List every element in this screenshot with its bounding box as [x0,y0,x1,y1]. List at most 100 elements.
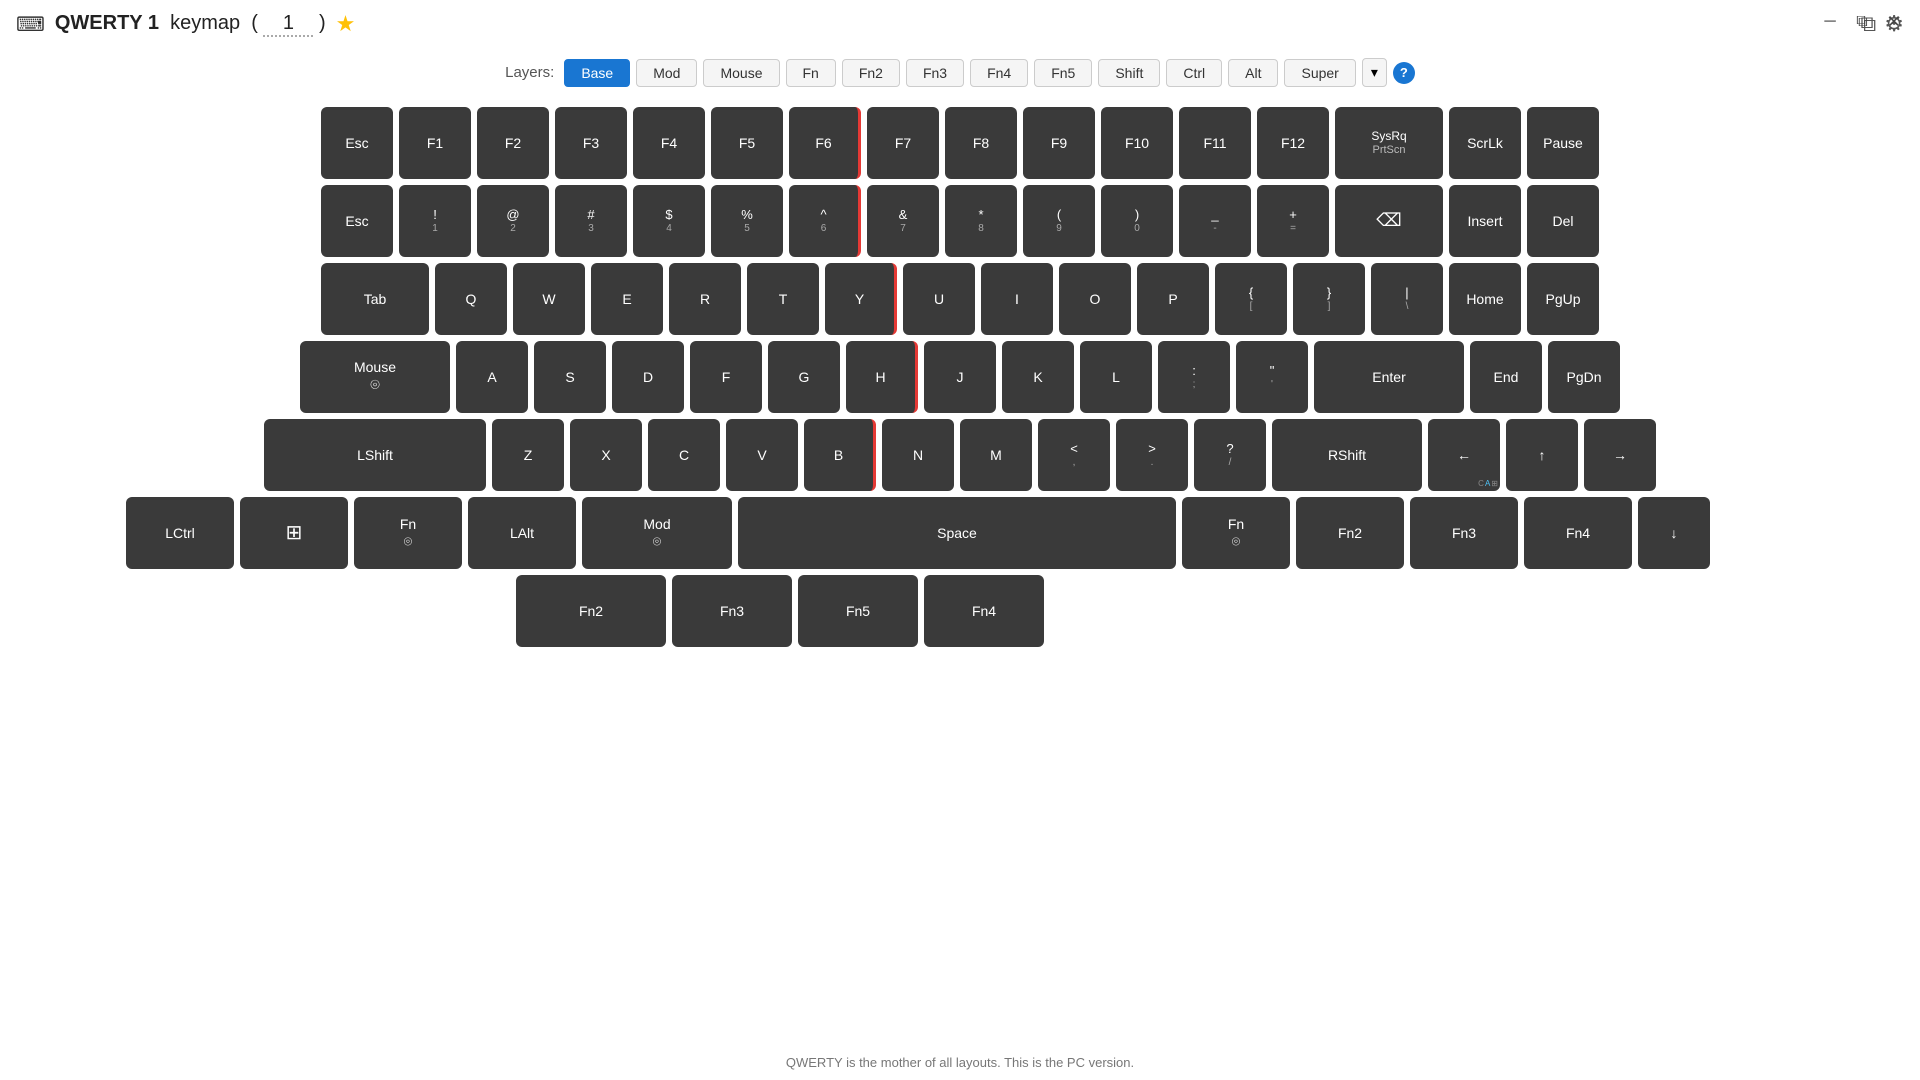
key-comma[interactable]: <, [1038,419,1110,491]
key-6[interactable]: ^6 [789,185,861,257]
key-5[interactable]: %5 [711,185,783,257]
key-extra-fn3[interactable]: Fn3 [672,575,792,647]
minimize-button[interactable]: ─ [1816,8,1844,36]
key-fn3-bottom[interactable]: Fn3 [1410,497,1518,569]
key-lbracket[interactable]: {[ [1215,263,1287,335]
key-k[interactable]: K [1002,341,1074,413]
key-d[interactable]: D [612,341,684,413]
key-fn-right[interactable]: Fn⌾ [1182,497,1290,569]
key-minus[interactable]: _- [1179,185,1251,257]
key-extra-fn4[interactable]: Fn4 [924,575,1044,647]
key-0[interactable]: )0 [1101,185,1173,257]
key-l[interactable]: L [1080,341,1152,413]
key-m[interactable]: M [960,419,1032,491]
layer-fn4-button[interactable]: Fn4 [970,59,1028,87]
key-semicolon[interactable]: :; [1158,341,1230,413]
key-y[interactable]: Y [825,263,897,335]
key-space[interactable]: Space [738,497,1176,569]
key-s[interactable]: S [534,341,606,413]
key-1[interactable]: !1 [399,185,471,257]
key-v[interactable]: V [726,419,798,491]
key-fn[interactable]: Fn⌾ [354,497,462,569]
key-e[interactable]: E [591,263,663,335]
key-rshift[interactable]: RShift [1272,419,1422,491]
close-button[interactable]: ✕ [1880,8,1908,36]
layer-mod-button[interactable]: Mod [636,59,697,87]
key-extra-fn5[interactable]: Fn5 [798,575,918,647]
key-lctrl[interactable]: LCtrl [126,497,234,569]
key-pause[interactable]: Pause [1527,107,1599,179]
key-7[interactable]: &7 [867,185,939,257]
key-f12[interactable]: F12 [1257,107,1329,179]
help-icon[interactable]: ? [1393,62,1415,84]
key-n[interactable]: N [882,419,954,491]
key-slash[interactable]: ?/ [1194,419,1266,491]
key-arrow-left[interactable]: ← CA⊞ [1428,419,1500,491]
layer-more-dropdown[interactable]: ▾ [1362,58,1387,87]
key-w[interactable]: W [513,263,585,335]
layer-ctrl-button[interactable]: Ctrl [1166,59,1222,87]
key-pgdn[interactable]: PgDn [1548,341,1620,413]
layer-super-button[interactable]: Super [1284,59,1355,87]
key-pgup[interactable]: PgUp [1527,263,1599,335]
key-mod[interactable]: Mod⌾ [582,497,732,569]
key-equal[interactable]: += [1257,185,1329,257]
key-backslash[interactable]: |\ [1371,263,1443,335]
key-lwin[interactable]: ⊞ [240,497,348,569]
key-backspace[interactable]: ⌫ [1335,185,1443,257]
key-sysrq[interactable]: SysRqPrtScn [1335,107,1443,179]
key-9[interactable]: (9 [1023,185,1095,257]
key-lshift[interactable]: LShift [264,419,486,491]
layer-base-button[interactable]: Base [564,59,630,87]
key-enter[interactable]: Enter [1314,341,1464,413]
key-home[interactable]: Home [1449,263,1521,335]
key-r[interactable]: R [669,263,741,335]
layer-fn5-button[interactable]: Fn5 [1034,59,1092,87]
key-f4[interactable]: F4 [633,107,705,179]
key-scrlk[interactable]: ScrLk [1449,107,1521,179]
key-arrow-up[interactable]: ↑ [1506,419,1578,491]
key-f8[interactable]: F8 [945,107,1017,179]
key-3[interactable]: #3 [555,185,627,257]
key-arrow-down[interactable]: ↓ [1638,497,1710,569]
key-z[interactable]: Z [492,419,564,491]
key-esc2[interactable]: Esc [321,185,393,257]
key-4[interactable]: $4 [633,185,705,257]
layer-fn3-button[interactable]: Fn3 [906,59,964,87]
key-p[interactable]: P [1137,263,1209,335]
key-arrow-right[interactable]: → [1584,419,1656,491]
key-lalt[interactable]: LAlt [468,497,576,569]
key-rbracket[interactable]: }] [1293,263,1365,335]
key-f3[interactable]: F3 [555,107,627,179]
key-u[interactable]: U [903,263,975,335]
key-t[interactable]: T [747,263,819,335]
key-mouse[interactable]: Mouse⌾ [300,341,450,413]
key-extra-fn2[interactable]: Fn2 [516,575,666,647]
key-end[interactable]: End [1470,341,1542,413]
layer-fn-button[interactable]: Fn [786,59,836,87]
key-x[interactable]: X [570,419,642,491]
key-fn2-bottom[interactable]: Fn2 [1296,497,1404,569]
favorite-star-icon[interactable]: ★ [336,11,356,37]
key-f6[interactable]: F6 [789,107,861,179]
key-f11[interactable]: F11 [1179,107,1251,179]
key-o[interactable]: O [1059,263,1131,335]
key-f7[interactable]: F7 [867,107,939,179]
key-f1[interactable]: F1 [399,107,471,179]
key-g[interactable]: G [768,341,840,413]
key-b[interactable]: B [804,419,876,491]
key-insert[interactable]: Insert [1449,185,1521,257]
key-tab[interactable]: Tab [321,263,429,335]
layer-alt-button[interactable]: Alt [1228,59,1278,87]
layer-shift-button[interactable]: Shift [1098,59,1160,87]
key-f[interactable]: F [690,341,762,413]
key-quote[interactable]: "' [1236,341,1308,413]
restore-button[interactable]: ⧉ [1848,8,1876,36]
key-fn4-bottom[interactable]: Fn4 [1524,497,1632,569]
key-del[interactable]: Del [1527,185,1599,257]
key-f9[interactable]: F9 [1023,107,1095,179]
key-f2[interactable]: F2 [477,107,549,179]
key-q[interactable]: Q [435,263,507,335]
layer-mouse-button[interactable]: Mouse [703,59,779,87]
key-f5[interactable]: F5 [711,107,783,179]
